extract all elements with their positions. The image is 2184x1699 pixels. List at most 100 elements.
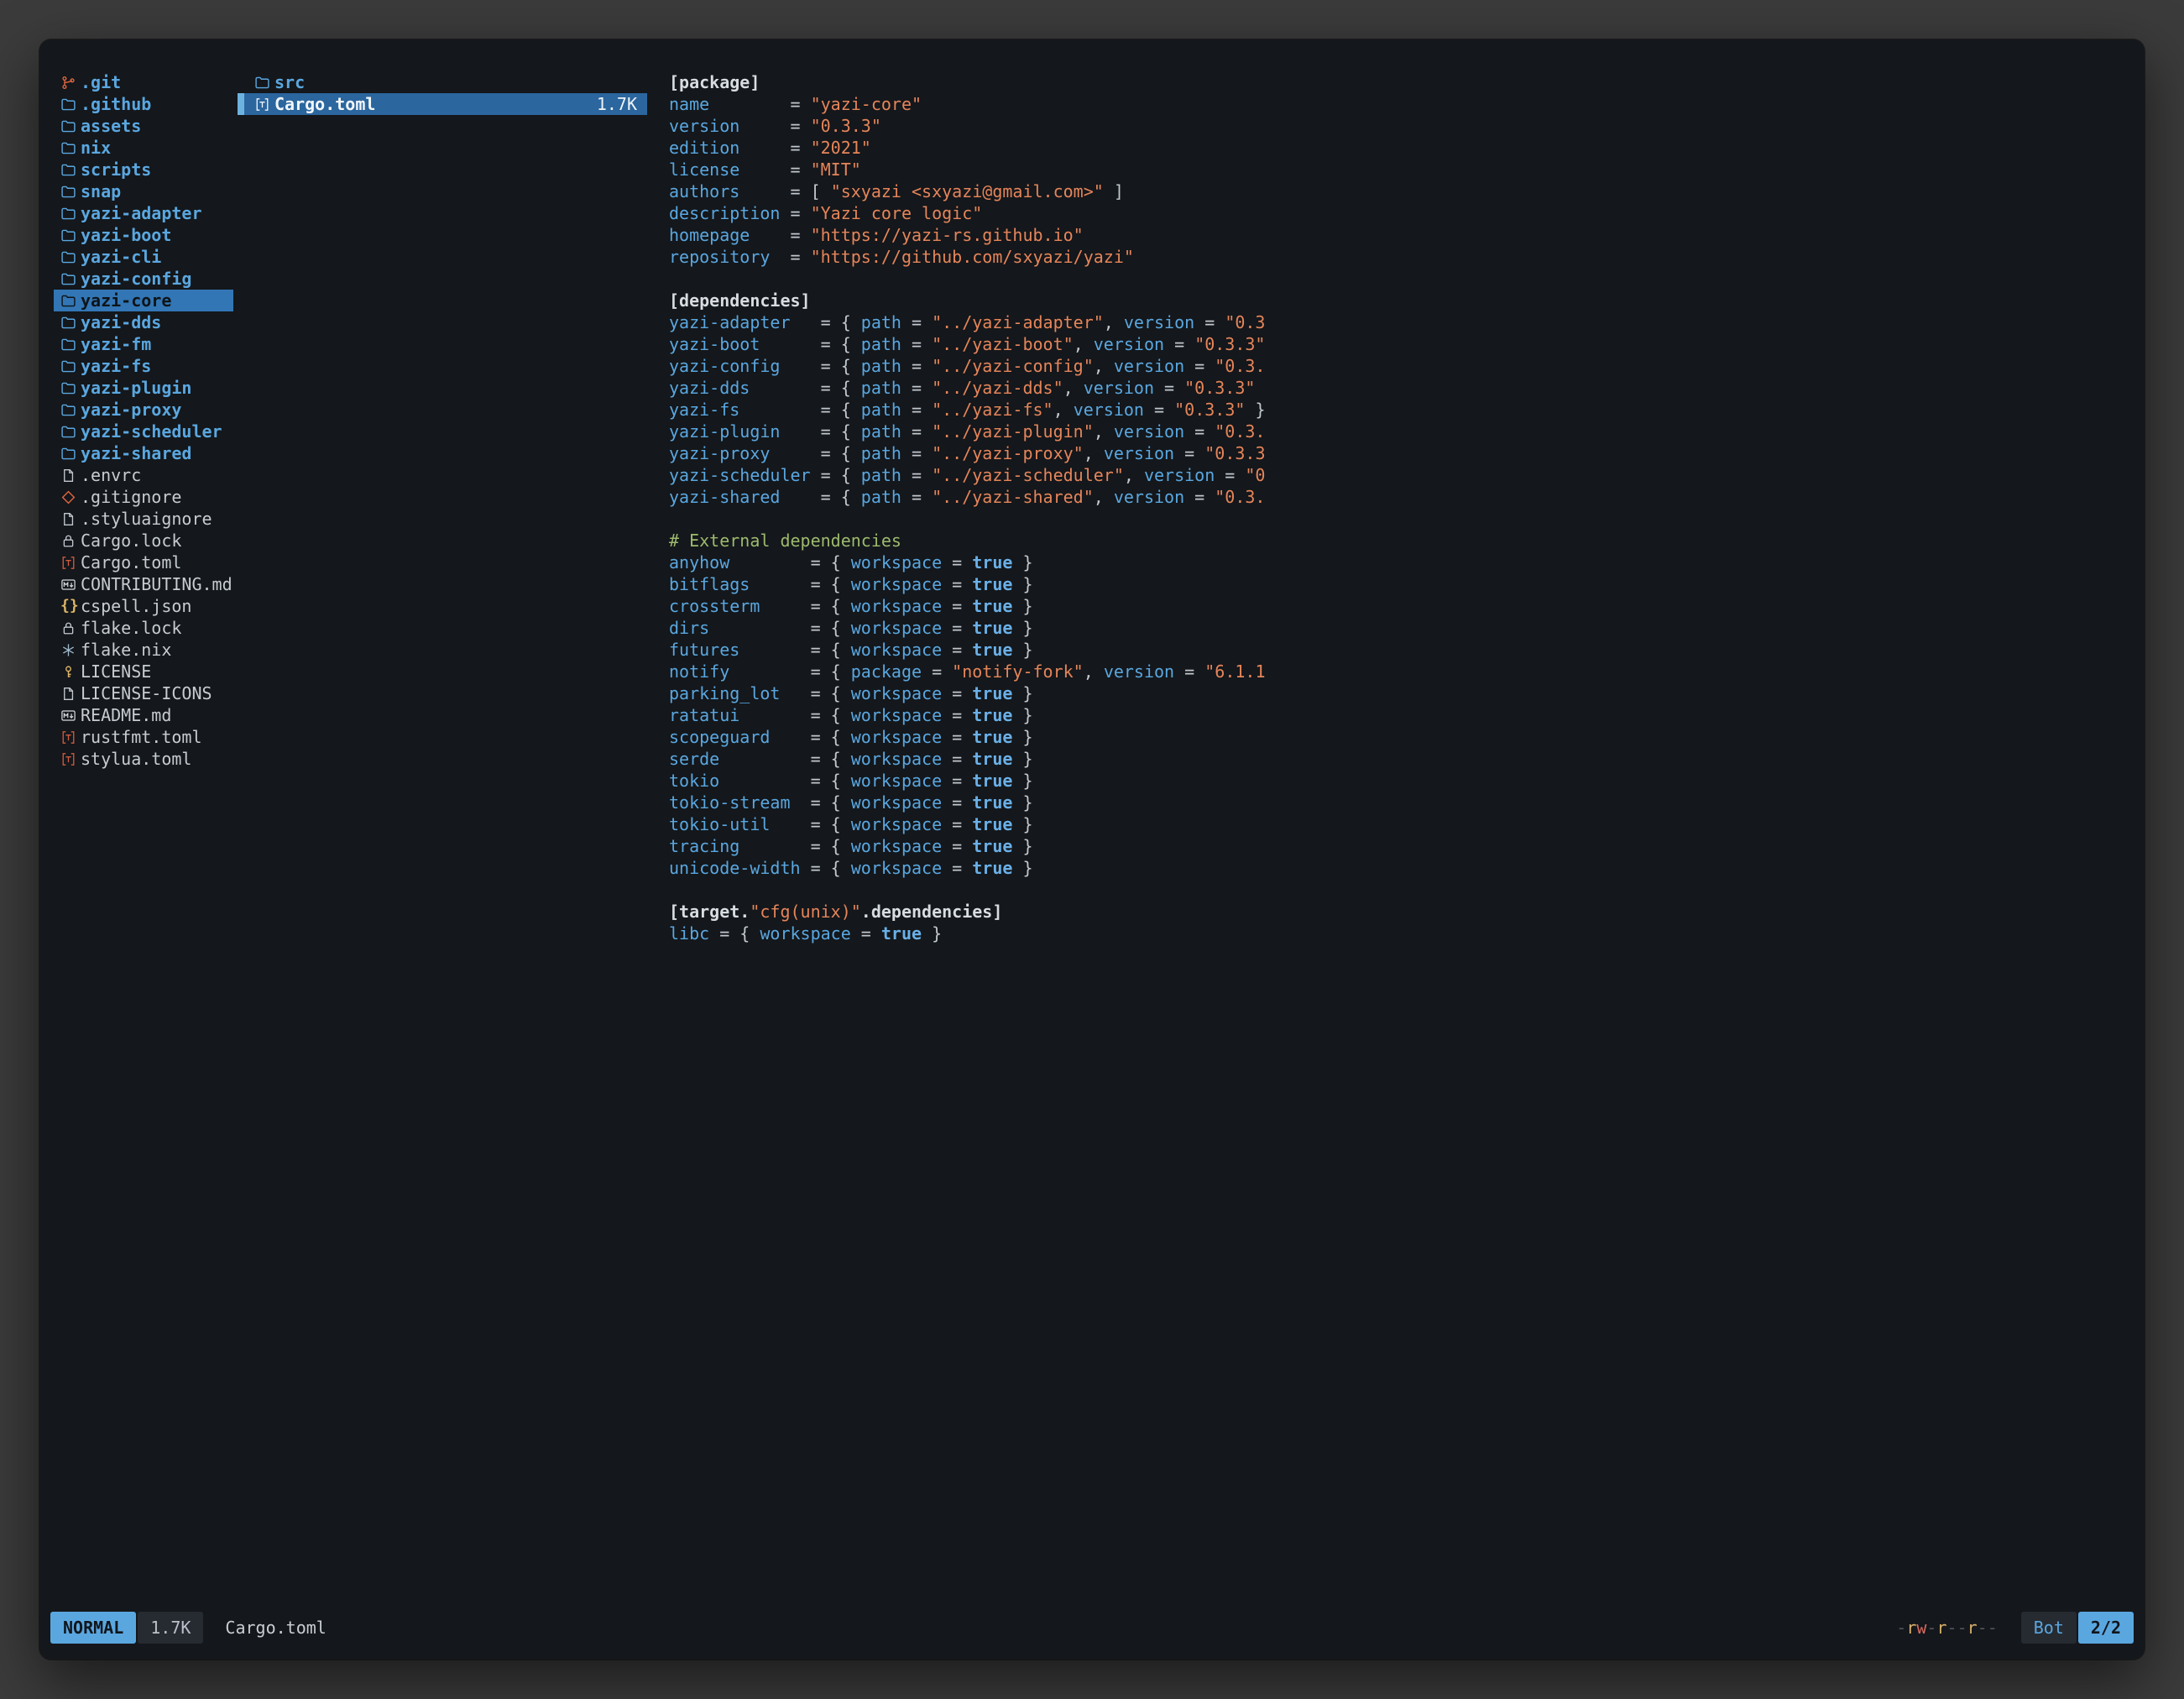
- folder-icon: [60, 97, 81, 112]
- folder-icon: [60, 162, 81, 178]
- file-name: nix: [81, 137, 111, 159]
- mode-indicator: NORMAL: [50, 1612, 136, 1644]
- file-row-license[interactable]: LICENSE: [54, 661, 233, 682]
- file-row--github[interactable]: .github: [54, 93, 233, 115]
- folder-icon: [60, 227, 81, 243]
- preview-line: yazi-fs = { path = "../yazi-fs", version…: [669, 399, 2131, 421]
- file-name: stylua.toml: [81, 748, 191, 770]
- file-row-readme-md[interactable]: README.md: [54, 704, 233, 726]
- preview-line: tokio-stream = { workspace = true }: [669, 792, 2131, 813]
- file-name: yazi-proxy: [81, 399, 181, 421]
- file-name: LICENSE-ICONS: [81, 682, 212, 704]
- preview-line: unicode-width = { workspace = true }: [669, 857, 2131, 879]
- file-row-scripts[interactable]: scripts: [54, 159, 233, 180]
- file-row-src[interactable]: src: [238, 71, 647, 93]
- file-row-flake-lock[interactable]: flake.lock: [54, 617, 233, 639]
- file-row-license-icons[interactable]: LICENSE-ICONS: [54, 682, 233, 704]
- file-row-snap[interactable]: snap: [54, 180, 233, 202]
- file-row--envrc[interactable]: .envrc: [54, 464, 233, 486]
- file-row-flake-nix[interactable]: flake.nix: [54, 639, 233, 661]
- file-icon: [60, 511, 81, 527]
- file-name: yazi-adapter: [81, 202, 202, 224]
- file-row-yazi-cli[interactable]: yazi-cli: [54, 246, 233, 268]
- folder-icon: [60, 402, 81, 418]
- file-name: yazi-fs: [81, 355, 151, 377]
- hover-marker: [238, 93, 244, 115]
- preview-pane[interactable]: [package]name = "yazi-core"version = "0.…: [669, 71, 2131, 1599]
- preview-line: parking_lot = { workspace = true }: [669, 682, 2131, 704]
- status-filename: Cargo.toml: [225, 1617, 326, 1639]
- folder-icon: [60, 206, 81, 222]
- md-icon: [60, 708, 81, 724]
- file-name: yazi-boot: [81, 224, 171, 246]
- file-row-cargo-toml[interactable]: Cargo.toml1.7K: [238, 93, 647, 115]
- preview-line: tracing = { workspace = true }: [669, 835, 2131, 857]
- desktop-background: .git.githubassetsnixscriptssnapyazi-adap…: [0, 0, 2184, 1699]
- preview-line: yazi-config = { path = "../yazi-config",…: [669, 355, 2131, 377]
- file-row-cargo-lock[interactable]: Cargo.lock: [54, 530, 233, 552]
- file-row-yazi-dds[interactable]: yazi-dds: [54, 311, 233, 333]
- file-row-contributing-md[interactable]: CONTRIBUTING.md: [54, 573, 233, 595]
- nix-icon: [60, 642, 81, 658]
- file-row-yazi-plugin[interactable]: yazi-plugin: [54, 377, 233, 399]
- file-row-stylua-toml[interactable]: stylua.toml: [54, 748, 233, 770]
- file-name: cspell.json: [81, 595, 191, 617]
- file-size-badge: 1.7K: [138, 1612, 203, 1644]
- file-name: Cargo.toml: [81, 552, 181, 573]
- preview-line: [target."cfg(unix)".dependencies]: [669, 901, 2131, 923]
- file-name: rustfmt.toml: [81, 726, 202, 748]
- preview-line: futures = { workspace = true }: [669, 639, 2131, 661]
- file-row-nix[interactable]: nix: [54, 137, 233, 159]
- file-name: yazi-fm: [81, 333, 151, 355]
- status-left-cluster: NORMAL 1.7K Cargo.toml: [50, 1612, 327, 1644]
- parent-pane[interactable]: .git.githubassetsnixscriptssnapyazi-adap…: [54, 71, 233, 770]
- file-name: src: [274, 71, 305, 93]
- preview-line: yazi-scheduler = { path = "../yazi-sched…: [669, 464, 2131, 486]
- folder-icon: [60, 293, 81, 309]
- file-row-cargo-toml[interactable]: Cargo.toml: [54, 552, 233, 573]
- file-row--gitignore[interactable]: .gitignore: [54, 486, 233, 508]
- file-row-yazi-adapter[interactable]: yazi-adapter: [54, 202, 233, 224]
- preview-line: # External dependencies: [669, 530, 2131, 552]
- file-row--styluaignore[interactable]: .styluaignore: [54, 508, 233, 530]
- file-row-yazi-config[interactable]: yazi-config: [54, 268, 233, 290]
- file-name: .styluaignore: [81, 508, 212, 530]
- preview-line: anyhow = { workspace = true }: [669, 552, 2131, 573]
- file-name: .git: [81, 71, 121, 93]
- preview-line: name = "yazi-core": [669, 93, 2131, 115]
- file-row-yazi-shared[interactable]: yazi-shared: [54, 442, 233, 464]
- folder-icon: [60, 337, 81, 353]
- file-row--git[interactable]: .git: [54, 71, 233, 93]
- file-name: flake.nix: [81, 639, 171, 661]
- toml-icon: [254, 97, 274, 112]
- file-row-yazi-core[interactable]: yazi-core: [54, 290, 233, 311]
- toml-icon: [60, 555, 81, 571]
- preview-line: [669, 268, 2131, 290]
- file-row-rustfmt-toml[interactable]: rustfmt.toml: [54, 726, 233, 748]
- git-icon: [60, 75, 81, 91]
- cursor-counter-badge: 2/2: [2078, 1612, 2134, 1644]
- file-row-assets[interactable]: assets: [54, 115, 233, 137]
- file-name: Cargo.lock: [81, 530, 181, 552]
- file-row-yazi-fm[interactable]: yazi-fm: [54, 333, 233, 355]
- folder-icon: [60, 380, 81, 396]
- file-row-cspell-json[interactable]: {}cspell.json: [54, 595, 233, 617]
- file-row-yazi-proxy[interactable]: yazi-proxy: [54, 399, 233, 421]
- file-name: LICENSE: [81, 661, 151, 682]
- file-name: yazi-dds: [81, 311, 161, 333]
- file-row-yazi-fs[interactable]: yazi-fs: [54, 355, 233, 377]
- file-row-yazi-scheduler[interactable]: yazi-scheduler: [54, 421, 233, 442]
- file-name: yazi-config: [81, 268, 191, 290]
- preview-line: edition = "2021": [669, 137, 2131, 159]
- file-name: .gitignore: [81, 486, 181, 508]
- diamond-icon: [60, 489, 81, 505]
- current-pane[interactable]: srcCargo.toml1.7K: [238, 71, 647, 115]
- key-icon: [60, 664, 81, 680]
- json-icon: {}: [60, 595, 81, 617]
- folder-icon: [60, 118, 81, 134]
- file-name: .envrc: [81, 464, 141, 486]
- folder-icon: [60, 358, 81, 374]
- preview-line: scopeguard = { workspace = true }: [669, 726, 2131, 748]
- file-row-yazi-boot[interactable]: yazi-boot: [54, 224, 233, 246]
- folder-icon: [60, 271, 81, 287]
